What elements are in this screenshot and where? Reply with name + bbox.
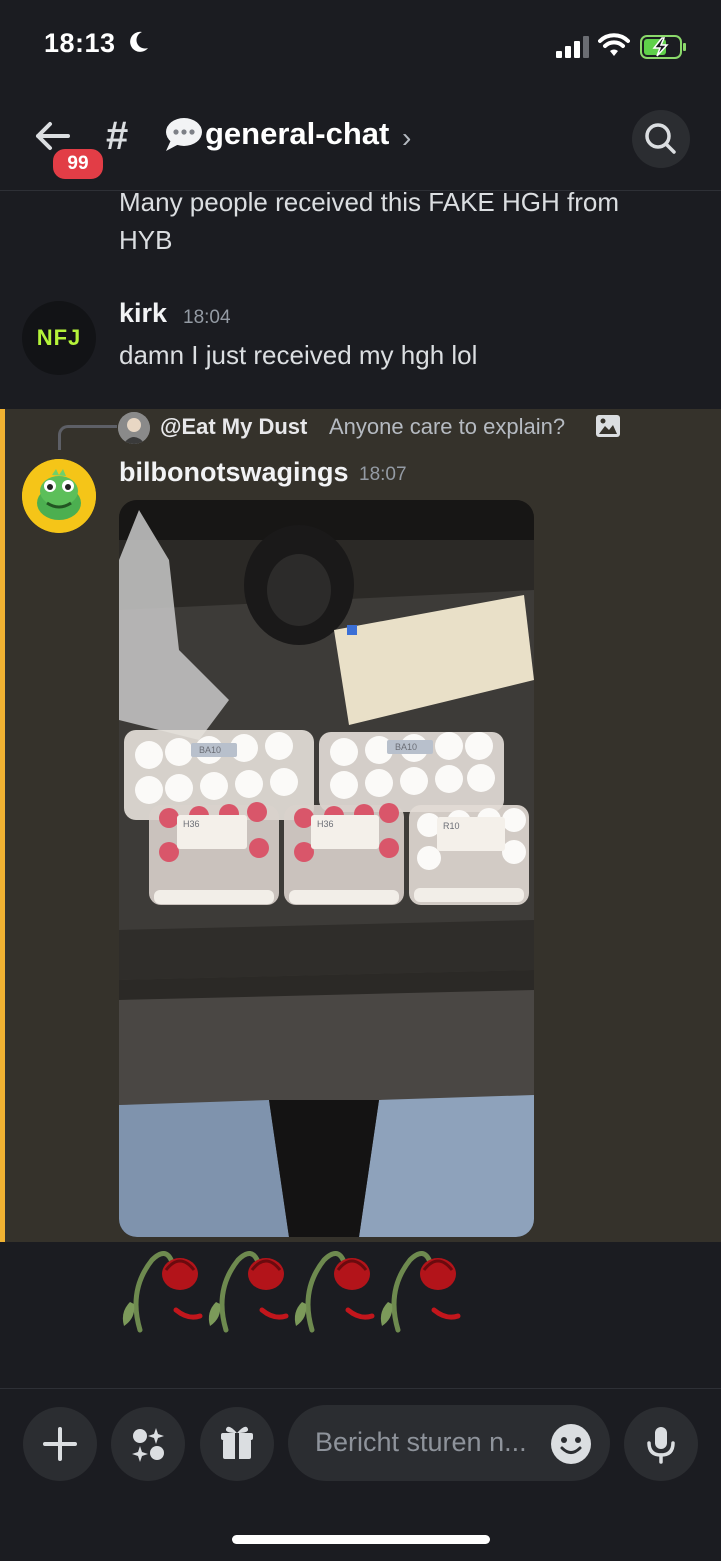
speech-bubble-icon (166, 118, 202, 151)
status-time: 18:13 (44, 28, 116, 58)
voice-message-button[interactable] (624, 1407, 698, 1481)
reply-avatar[interactable] (118, 412, 150, 444)
apps-button[interactable] (111, 1407, 185, 1481)
home-indicator[interactable] (232, 1535, 490, 1544)
reply-preview-text[interactable]: Anyone care to explain? (329, 414, 565, 440)
channel-name[interactable]: general-chat (205, 116, 389, 152)
channel-hash-icon: # (106, 114, 129, 158)
timestamp: 18:04 (183, 307, 231, 328)
vial-tray-label: BA10 (199, 745, 221, 755)
add-attachment-button[interactable] (23, 1407, 97, 1481)
dinosaur-avatar-image (22, 459, 96, 533)
reply-connector (58, 425, 117, 450)
vial-tray-label: BA10 (395, 742, 417, 752)
wifi-icon (598, 33, 630, 56)
attached-photo[interactable]: BA10 BA10 H36 H36 R10 (119, 500, 534, 1237)
cell-signal-icon (556, 36, 589, 58)
message-text: damn I just received my hgh lol (119, 340, 478, 370)
chevron-right-icon[interactable]: › (402, 122, 411, 154)
reply-avatar-image (118, 412, 150, 444)
mic-icon (647, 1427, 675, 1464)
avatar[interactable]: NFJ (22, 301, 96, 375)
gift-icon (221, 1426, 253, 1459)
search-button[interactable] (632, 110, 690, 168)
vial-tray-label: H36 (183, 819, 200, 829)
image-icon (596, 415, 620, 437)
vial-tray-label: H36 (317, 819, 334, 829)
username[interactable]: kirk (119, 298, 167, 329)
apps-icon (132, 1428, 164, 1462)
timestamp: 18:07 (359, 464, 407, 485)
vial-tray-label: R10 (443, 821, 460, 831)
photo-content: BA10 BA10 H36 H36 R10 (119, 500, 534, 1237)
message-input-placeholder[interactable]: Bericht sturen n... (315, 1427, 527, 1458)
reply-username[interactable]: @Eat My Dust (160, 414, 307, 440)
gift-button[interactable] (200, 1407, 274, 1481)
avatar[interactable] (22, 459, 96, 533)
battery-icon (640, 35, 686, 59)
plus-icon (43, 1427, 77, 1461)
moon-icon (130, 31, 148, 52)
unread-badge: 99 (50, 146, 106, 182)
username[interactable]: bilbonotswagings (119, 457, 349, 488)
rose-emoji (122, 1251, 461, 1333)
search-icon (645, 123, 676, 154)
mention-indicator-bar (0, 409, 5, 1242)
message-text: Many people received this FAKE HGH from … (119, 187, 619, 255)
emoji-icon[interactable] (550, 1423, 592, 1465)
